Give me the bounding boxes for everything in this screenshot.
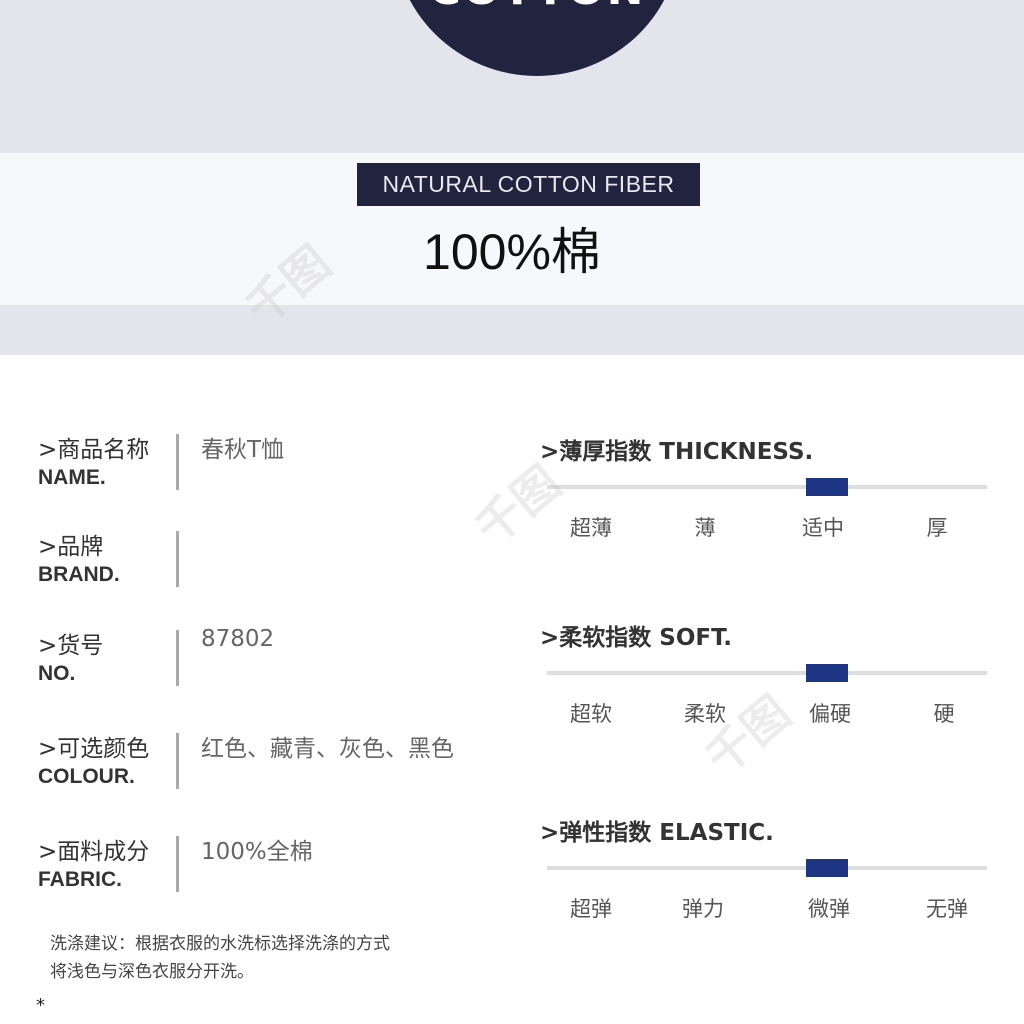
spec-label-en: BRAND. — [38, 563, 120, 586]
asterisk: * — [36, 995, 45, 1016]
spec-row-no: >货号 NO. 87802 — [38, 626, 478, 696]
scale-label: 适中 — [802, 516, 844, 540]
scale-label: 超软 — [570, 702, 612, 726]
divider-band — [0, 305, 1024, 355]
spec-label: >品牌 — [38, 534, 104, 560]
spec-value: 87802 — [201, 626, 275, 652]
headline: 100%棉 — [423, 224, 601, 280]
note-line: 将浅色与深色衣服分开洗。 — [50, 962, 254, 982]
scale-thickness: >薄厚指数 THICKNESS. 超薄 薄 适中 厚 — [540, 432, 1000, 552]
spec-row-colour: >可选颜色 COLOUR. 红色、藏青、灰色、黑色 — [38, 729, 478, 799]
spec-value: 春秋T恤 — [201, 437, 285, 463]
scale-title: >弹性指数 ELASTIC. — [540, 820, 774, 846]
divider — [176, 434, 179, 490]
note-line: 洗涤建议：根据衣服的水洗标选择洗涤的方式 — [50, 934, 390, 954]
spec-label-en: COLOUR. — [38, 765, 135, 788]
spec-value: 红色、藏青、灰色、黑色 — [201, 736, 454, 762]
divider — [176, 733, 179, 789]
fiber-tag: NATURAL COTTON FIBER — [357, 163, 700, 206]
spec-label: >可选颜色 — [38, 736, 150, 762]
spec-label: >货号 — [38, 633, 104, 659]
spec-value: 100%全棉 — [201, 839, 313, 865]
spec-label-en: NO. — [38, 662, 76, 685]
spec-row-name: >商品名称 NAME. 春秋T恤 — [38, 430, 478, 500]
scale-track — [547, 866, 987, 870]
top-banner: COTTON — [0, 0, 1024, 153]
scale-marker — [806, 664, 848, 682]
scale-label: 超弹 — [570, 897, 612, 921]
circle-text: COTTON — [393, 0, 681, 12]
divider — [176, 531, 179, 587]
spec-label: >商品名称 — [38, 437, 150, 463]
scale-elastic: >弹性指数 ELASTIC. 超弹 弹力 微弹 无弹 — [540, 813, 1000, 933]
scale-label: 硬 — [933, 702, 955, 726]
scale-label: 超薄 — [570, 516, 612, 540]
scale-marker — [806, 478, 848, 496]
cotton-circle: COTTON — [393, 0, 681, 76]
scale-label: 弹力 — [682, 897, 724, 921]
scale-track — [547, 485, 987, 489]
spec-label-en: NAME. — [38, 466, 106, 489]
scale-track — [547, 671, 987, 675]
scale-label: 微弹 — [808, 897, 850, 921]
spec-row-fabric: >面料成分 FABRIC. 100%全棉 — [38, 832, 478, 902]
scale-label: 无弹 — [926, 897, 968, 921]
scale-title: >薄厚指数 THICKNESS. — [540, 439, 814, 465]
scale-title: >柔软指数 SOFT. — [540, 625, 733, 651]
scale-label: 薄 — [694, 516, 716, 540]
divider — [176, 630, 179, 686]
divider — [176, 836, 179, 892]
spec-row-brand: >品牌 BRAND. — [38, 527, 478, 597]
washing-note: 洗涤建议：根据衣服的水洗标选择洗涤的方式 将浅色与深色衣服分开洗。 — [50, 930, 390, 986]
spec-label-en: FABRIC. — [38, 868, 122, 891]
scale-marker — [806, 859, 848, 877]
spec-label: >面料成分 — [38, 839, 150, 865]
scale-label: 厚 — [926, 516, 948, 540]
scale-label: 偏硬 — [809, 702, 851, 726]
